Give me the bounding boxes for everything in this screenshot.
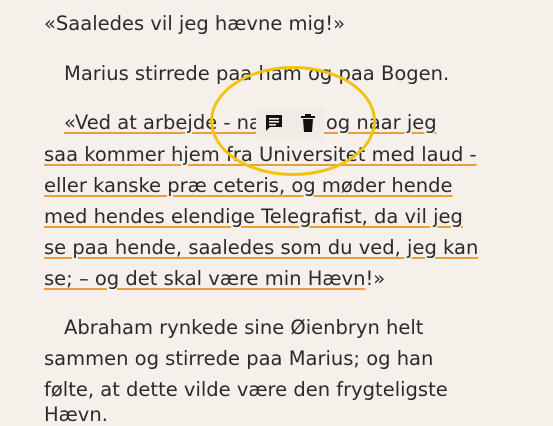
note-icon bbox=[266, 115, 282, 131]
paragraph-line: Marius stirrede paa ham og paa Bogen. bbox=[64, 62, 450, 85]
highlighted-line[interactable]: med hendes elendige Telegrafist, da vil … bbox=[44, 207, 463, 227]
trash-icon bbox=[301, 114, 315, 132]
paragraph-line: sammen og stirrede paa Marius; og han bbox=[44, 347, 434, 370]
paragraph-line: følte, at dette vilde være den frygtelig… bbox=[44, 378, 448, 401]
add-note-button[interactable] bbox=[262, 111, 286, 135]
highlighted-line[interactable]: eller kanske præ ceteris, og møder hende bbox=[44, 176, 452, 196]
highlighted-line[interactable]: «Ved at arbejde - naar du! og naar jeg bbox=[64, 113, 437, 133]
paragraph-line: Hævn. bbox=[44, 403, 108, 426]
highlighted-line[interactable]: saa kommer hjem fra Universitet med laud… bbox=[44, 145, 477, 165]
highlight-toolbar bbox=[256, 108, 324, 138]
highlighted-span[interactable]: se; – og det skal være min Hævn bbox=[44, 267, 365, 290]
paragraph-line: Abraham rynkede sine Øienbryn helt bbox=[64, 316, 424, 339]
paragraph-line: se; – og det skal være min Hævn!» bbox=[44, 267, 386, 290]
highlighted-line[interactable]: se paa hende, saaledes som du ved, jeg k… bbox=[44, 238, 478, 258]
paragraph-line: «Saaledes vil jeg hævne mig!» bbox=[44, 12, 346, 35]
reader-page: «Saaledes vil jeg hævne mig!» Marius sti… bbox=[0, 0, 553, 426]
delete-highlight-button[interactable] bbox=[296, 111, 320, 135]
